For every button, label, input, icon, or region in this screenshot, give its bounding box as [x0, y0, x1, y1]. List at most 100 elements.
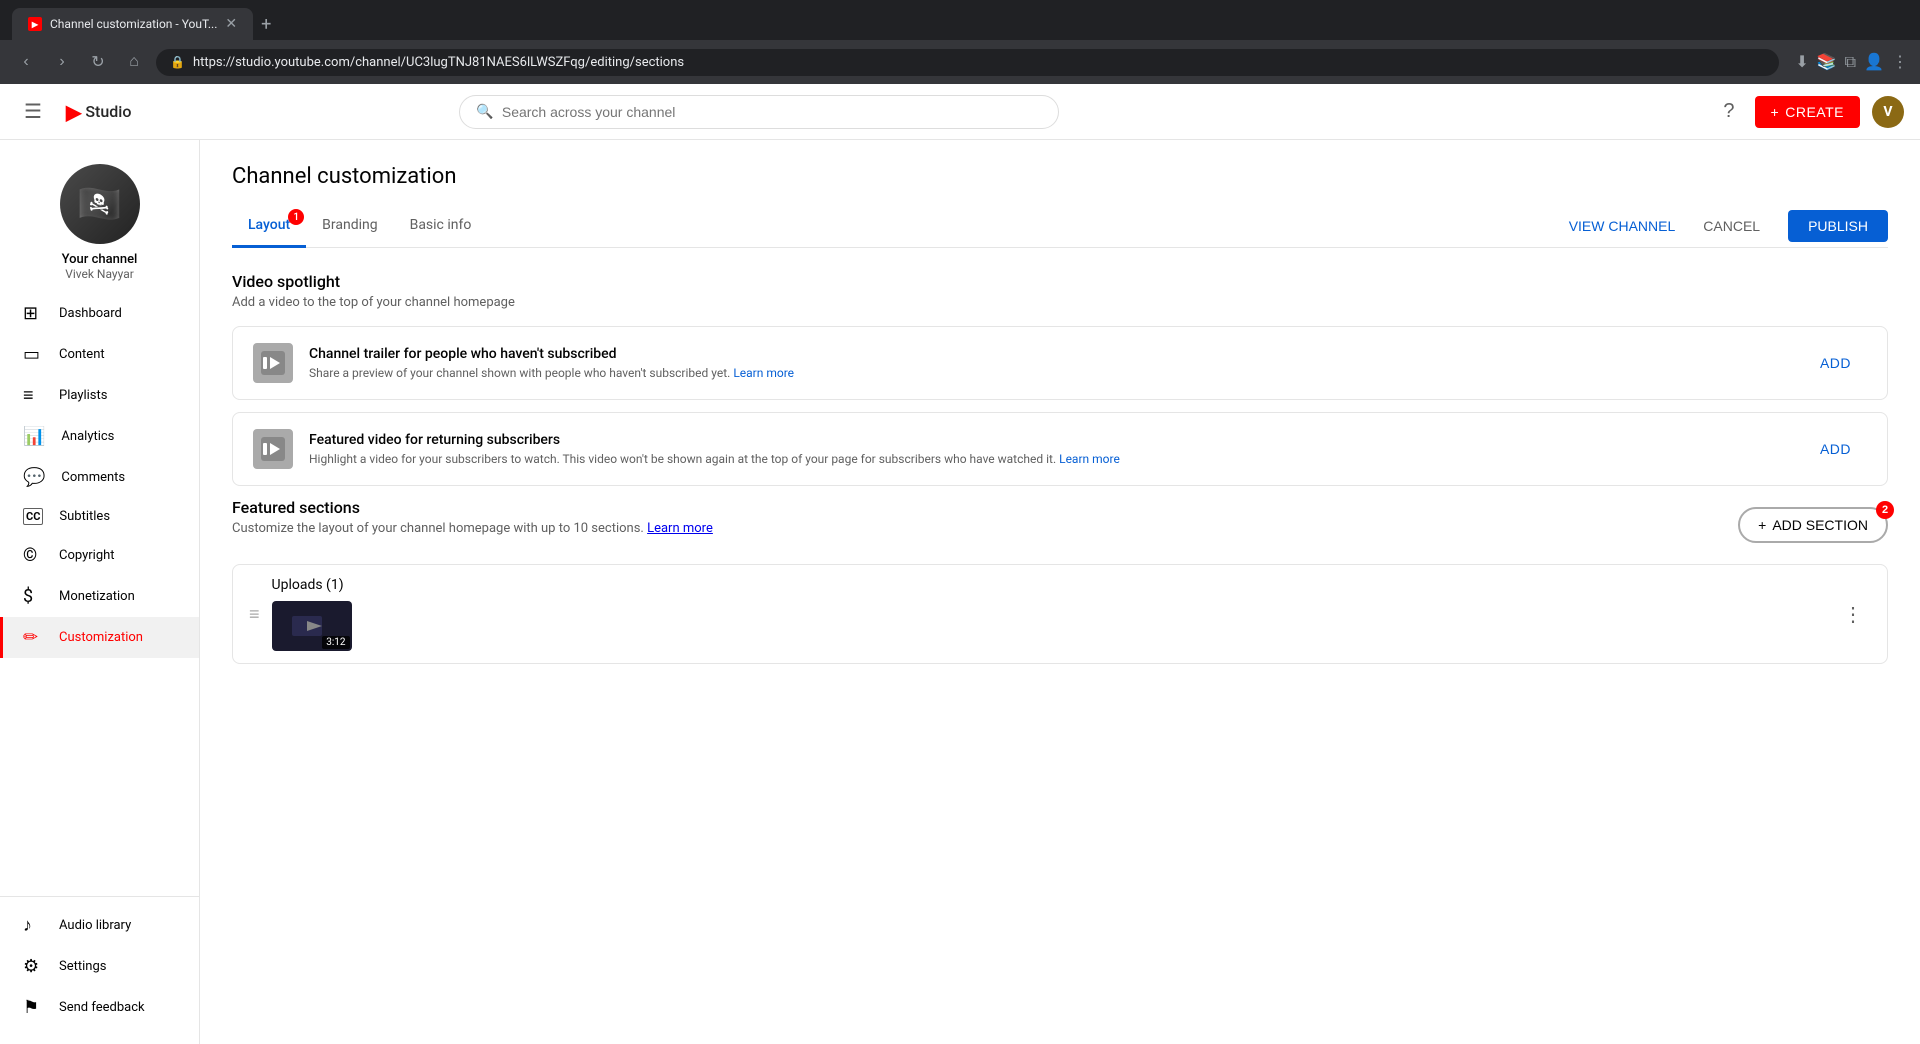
send-feedback-icon: ⚑ [23, 997, 43, 1018]
sidebar-label-settings: Settings [59, 959, 106, 974]
tab-basic-info[interactable]: Basic info [394, 205, 488, 248]
uploads-title: Uploads (1) [272, 577, 1823, 593]
drag-handle-icon[interactable]: ≡ [249, 604, 260, 625]
featured-sections-section: Featured sections Customize the layout o… [232, 498, 1888, 664]
video-duration-badge: 3:12 [322, 636, 349, 649]
sidebar-item-copyright[interactable]: © Copyright [0, 535, 199, 576]
featured-video-learn-more[interactable]: Learn more [1059, 452, 1120, 466]
tab-favicon: ▶ [28, 17, 42, 31]
browser-tab[interactable]: ▶ Channel customization - YouT... ✕ [12, 8, 253, 40]
tab-close-btn[interactable]: ✕ [225, 16, 237, 32]
sidebar-item-monetization[interactable]: $ Monetization [0, 576, 199, 617]
channel-trailer-add-button[interactable]: ADD [1804, 347, 1867, 379]
featured-video-add-button[interactable]: ADD [1804, 433, 1867, 465]
add-section-badge: 2 [1876, 501, 1894, 519]
create-label: CREATE [1785, 104, 1844, 120]
page-title: Channel customization [232, 164, 1888, 189]
featured-video-title: Featured video for returning subscribers [309, 432, 1788, 448]
comments-icon: 💬 [23, 467, 45, 488]
channel-avatar[interactable]: 🏴‍☠️ [60, 164, 140, 244]
search-icon: 🔍 [476, 104, 493, 120]
featured-video-card: Featured video for returning subscribers… [232, 412, 1888, 486]
tab-actions: VIEW CHANNEL CANCEL PUBLISH [1569, 210, 1888, 242]
sidebar-label-monetization: Monetization [59, 589, 135, 604]
sidebar-nav: ⊞ Dashboard ▭ Content ≡ Playlists 📊 Anal… [0, 293, 199, 896]
channel-trailer-card: Channel trailer for people who haven't s… [232, 326, 1888, 400]
sidebar: 🏴‍☠️ Your channel Vivek Nayyar ⊞ Dashboa… [0, 140, 200, 1044]
featured-video-icon [253, 429, 293, 469]
uploads-card-content: Uploads (1) 3:12 [272, 577, 1823, 651]
app-header: ☰ ▶ Studio 🔍 ? + CREATE V [0, 84, 1920, 140]
menu-icon[interactable]: ⋮ [1892, 52, 1908, 72]
settings-icon: ⚙ [23, 956, 43, 977]
channel-trailer-desc: Share a preview of your channel shown wi… [309, 366, 1788, 380]
forward-button[interactable]: › [48, 48, 76, 76]
sidebar-label-analytics: Analytics [61, 429, 114, 444]
cancel-button[interactable]: CANCEL [1687, 210, 1776, 242]
channel-trailer-icon [253, 343, 293, 383]
hamburger-menu-button[interactable]: ☰ [16, 91, 50, 132]
new-tab-button[interactable]: + [261, 14, 271, 35]
tab-switch-icon[interactable]: ⧉ [1845, 52, 1856, 72]
yt-logo-icon: ▶ [66, 100, 81, 124]
studio-logo-text: Studio [85, 102, 131, 121]
tab-basic-info-label: Basic info [410, 217, 472, 233]
view-channel-button[interactable]: VIEW CHANNEL [1569, 210, 1676, 242]
video-spotlight-title: Video spotlight [232, 272, 1888, 291]
tabs-bar: Layout 1 Branding Basic info VIEW CHANNE… [232, 205, 1888, 248]
app-container: ☰ ▶ Studio 🔍 ? + CREATE V [0, 84, 1920, 1044]
sidebar-item-audio-library[interactable]: ♪ Audio library [0, 905, 199, 946]
home-button[interactable]: ⌂ [120, 48, 148, 76]
browser-nav-bar: ‹ › ↻ ⌂ 🔒 https://studio.youtube.com/cha… [0, 40, 1920, 84]
featured-sections-learn-more[interactable]: Learn more [647, 521, 713, 536]
browser-action-buttons: ⬇ 📚 ⧉ 👤 ⋮ [1795, 52, 1908, 72]
featured-sections-header: Featured sections Customize the layout o… [232, 498, 1888, 552]
audio-library-icon: ♪ [23, 915, 43, 936]
create-plus-icon: + [1771, 104, 1780, 120]
download-icon[interactable]: ⬇ [1795, 52, 1808, 72]
bookmarks-icon[interactable]: 📚 [1817, 52, 1837, 72]
header-right: ? + CREATE V [1715, 92, 1904, 131]
add-section-label: ADD SECTION [1772, 517, 1868, 533]
tab-layout-label: Layout [248, 217, 290, 233]
account-icon[interactable]: 👤 [1864, 52, 1884, 72]
publish-button[interactable]: PUBLISH [1788, 210, 1888, 242]
uploads-section-card: ≡ Uploads (1) 3:12 [232, 564, 1888, 664]
url-text: https://studio.youtube.com/channel/UC3lu… [193, 55, 684, 70]
sidebar-item-send-feedback[interactable]: ⚑ Send feedback [0, 987, 199, 1028]
channel-name: Your channel [62, 252, 138, 267]
logo[interactable]: ▶ Studio [66, 100, 131, 124]
sidebar-item-dashboard[interactable]: ⊞ Dashboard [0, 293, 199, 334]
channel-trailer-learn-more[interactable]: Learn more [733, 366, 794, 380]
uploads-more-button[interactable]: ⋮ [1835, 598, 1871, 631]
main-layout: 🏴‍☠️ Your channel Vivek Nayyar ⊞ Dashboa… [0, 140, 1920, 1044]
back-button[interactable]: ‹ [12, 48, 40, 76]
security-icon: 🔒 [170, 55, 185, 69]
add-section-button[interactable]: + ADD SECTION 2 [1738, 507, 1888, 543]
sidebar-item-analytics[interactable]: 📊 Analytics [0, 416, 199, 457]
sidebar-item-playlists[interactable]: ≡ Playlists [0, 375, 199, 416]
user-avatar[interactable]: V [1872, 96, 1904, 128]
sidebar-item-settings[interactable]: ⚙ Settings [0, 946, 199, 987]
search-bar: 🔍 [459, 95, 1059, 129]
sidebar-item-content[interactable]: ▭ Content [0, 334, 199, 375]
sidebar-label-copyright: Copyright [59, 548, 115, 563]
subtitles-icon: CC [23, 508, 43, 525]
sidebar-item-subtitles[interactable]: CC Subtitles [0, 498, 199, 535]
content-icon: ▭ [23, 344, 43, 365]
search-input[interactable] [502, 104, 1043, 120]
tab-branding[interactable]: Branding [306, 205, 393, 248]
help-button[interactable]: ? [1715, 92, 1742, 131]
upload-thumbnail: 3:12 [272, 601, 352, 651]
tab-branding-label: Branding [322, 217, 377, 233]
tab-layout[interactable]: Layout 1 [232, 205, 306, 248]
add-section-plus-icon: + [1758, 517, 1766, 533]
address-bar[interactable]: 🔒 https://studio.youtube.com/channel/UC3… [156, 49, 1779, 76]
sidebar-bottom: ♪ Audio library ⚙ Settings ⚑ Send feedba… [0, 896, 199, 1036]
copyright-icon: © [23, 545, 43, 566]
playlists-icon: ≡ [23, 385, 43, 406]
create-button[interactable]: + CREATE [1755, 96, 1860, 128]
sidebar-item-comments[interactable]: 💬 Comments [0, 457, 199, 498]
sidebar-item-customization[interactable]: ✏ Customization [0, 617, 199, 658]
refresh-button[interactable]: ↻ [84, 48, 112, 76]
